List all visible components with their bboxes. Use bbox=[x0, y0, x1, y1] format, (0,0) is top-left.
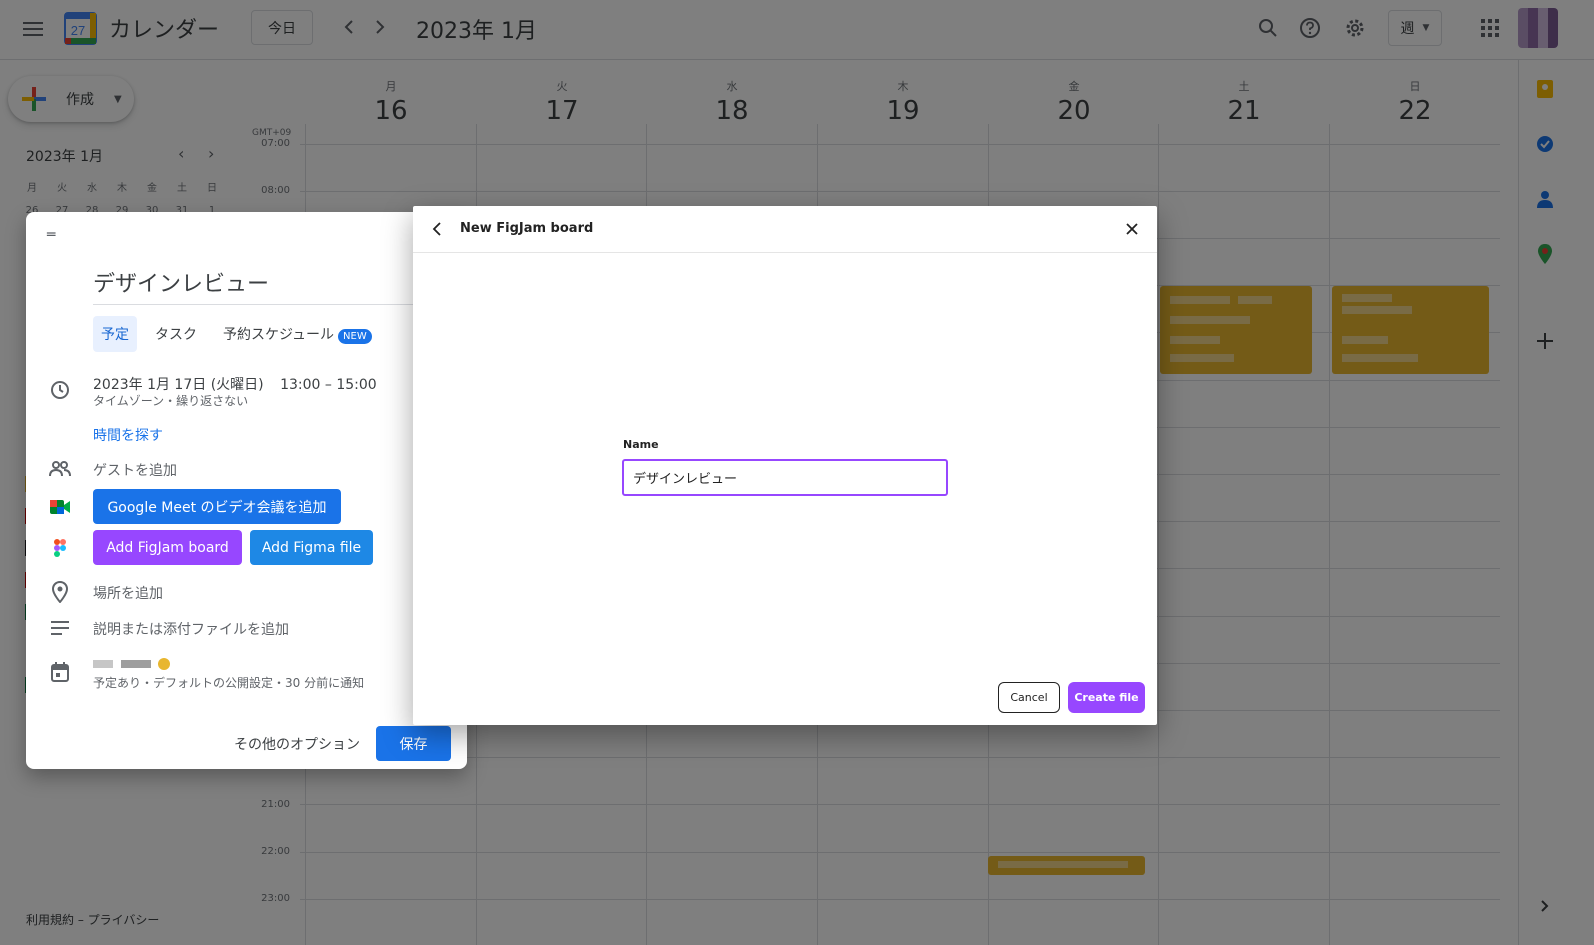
back-arrow-icon[interactable] bbox=[429, 220, 447, 238]
event-date[interactable]: 2023年 1月 17日 (火曜日) bbox=[93, 377, 264, 393]
event-visibility-settings[interactable]: 予定あり・デフォルトの公開設定・30 分前に通知 bbox=[93, 674, 364, 691]
clock-icon bbox=[48, 378, 72, 402]
add-location-field[interactable]: 場所を追加 bbox=[93, 583, 163, 603]
event-title-input[interactable]: デザインレビュー bbox=[93, 266, 453, 305]
new-figjam-board-dialog: New FigJam board Name Cancel Create file bbox=[413, 206, 1157, 725]
add-google-meet-button[interactable]: Google Meet のビデオ会議を追加 bbox=[93, 489, 341, 524]
board-name-input[interactable] bbox=[622, 459, 948, 496]
tab-appointment-schedule-label: 予約スケジュール bbox=[223, 327, 335, 343]
calendar-owner-icon bbox=[48, 660, 72, 684]
guests-icon bbox=[48, 457, 72, 481]
drag-handle-icon[interactable]: ═ bbox=[47, 227, 55, 243]
google-meet-icon bbox=[48, 495, 72, 519]
dialog-title: New FigJam board bbox=[460, 221, 594, 236]
add-description-field[interactable]: 説明または添付ファイルを追加 bbox=[93, 619, 289, 639]
more-options-button[interactable]: その他のオプション bbox=[234, 734, 360, 754]
tab-task[interactable]: タスク bbox=[147, 316, 205, 352]
close-icon[interactable] bbox=[1123, 220, 1141, 238]
save-button[interactable]: 保存 bbox=[376, 726, 451, 761]
find-time-link[interactable]: 時間を探す bbox=[93, 425, 163, 445]
tab-event[interactable]: 予定 bbox=[93, 316, 137, 352]
new-badge: NEW bbox=[338, 329, 372, 344]
description-icon bbox=[48, 616, 72, 640]
add-figjam-board-button[interactable]: Add FigJam board bbox=[93, 530, 242, 565]
figma-icon bbox=[48, 536, 72, 560]
event-date-time[interactable]: 2023年 1月 17日 (火曜日) 13:00 – 15:00 bbox=[93, 374, 377, 394]
timezone-recurrence[interactable]: タイムゾーン・繰り返さない bbox=[93, 392, 248, 409]
event-type-tabs: 予定 タスク 予約スケジュール NEW bbox=[93, 316, 380, 352]
location-pin-icon bbox=[48, 580, 72, 604]
event-time-range[interactable]: 13:00 – 15:00 bbox=[280, 377, 377, 393]
tab-appointment-schedule[interactable]: 予約スケジュール NEW bbox=[215, 316, 380, 352]
add-figma-file-button[interactable]: Add Figma file bbox=[250, 530, 373, 565]
name-field-label: Name bbox=[623, 438, 659, 451]
cancel-button[interactable]: Cancel bbox=[998, 682, 1060, 713]
add-guests-field[interactable]: ゲストを追加 bbox=[93, 460, 177, 480]
event-quick-create-panel: ═ デザインレビュー 予定 タスク 予約スケジュール NEW 2023年 1月 1… bbox=[26, 212, 467, 769]
create-file-button[interactable]: Create file bbox=[1068, 682, 1145, 713]
dialog-header: New FigJam board bbox=[413, 206, 1157, 253]
calendar-owner-redacted[interactable] bbox=[93, 658, 173, 670]
